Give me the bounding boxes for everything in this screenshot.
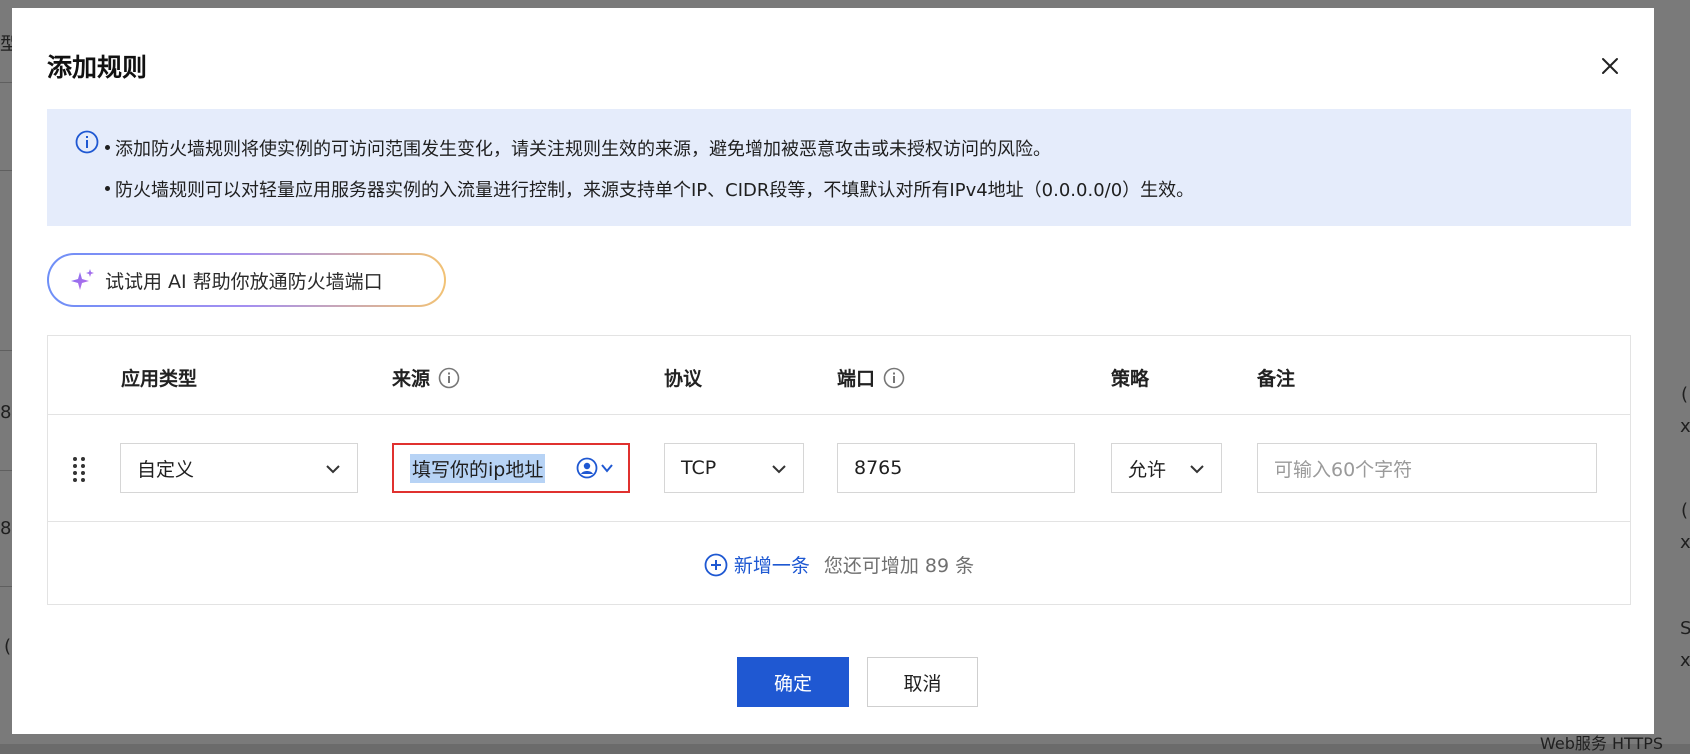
chevron-down-icon[interactable] — [600, 461, 614, 475]
bg-glyph: ( — [1681, 384, 1689, 405]
header-policy: 策略 — [1111, 368, 1150, 390]
cancel-button[interactable]: 取消 — [867, 657, 978, 707]
protocol-value: TCP — [681, 457, 717, 479]
sparkle-icon — [71, 269, 94, 290]
port-value: 8765 — [854, 457, 903, 479]
row-divider — [48, 521, 1630, 522]
remark-input[interactable]: 可输入60个字符 — [1257, 443, 1597, 493]
header-port-label: 端口 — [837, 368, 876, 390]
rule-table: 应用类型 来源 协议 端口 策略 备注 自定义 填写你的ip地址 TCP 876… — [47, 335, 1631, 605]
close-button[interactable] — [1596, 52, 1624, 80]
policy-select[interactable]: 允许 — [1111, 443, 1222, 493]
notice-banner: 添加防火墙规则将使实例的可访问范围发生变化，请关注规则生效的来源，避免增加被恶意… — [47, 109, 1631, 226]
remark-placeholder: 可输入60个字符 — [1274, 458, 1413, 481]
add-rule-dialog: 添加规则 添加防火墙规则将使实例的可访问范围发生变化，请关注规则生效的来源，避免… — [12, 8, 1654, 734]
source-input[interactable]: 填写你的ip地址 — [392, 443, 630, 493]
remaining-count-hint: 您还可增加 89 条 — [823, 555, 975, 577]
notice-line: 防火墙规则可以对轻量应用服务器实例的入流量进行控制，来源支持单个IP、CIDR段… — [104, 176, 1194, 202]
bg-glyph: 8 — [0, 402, 12, 423]
dialog-title: 添加规则 — [47, 53, 148, 82]
add-rule-button[interactable]: 新增一条 — [704, 551, 810, 578]
bg-glyph: ( — [1681, 500, 1689, 521]
header-port: 端口 — [837, 364, 905, 391]
plus-circle-icon — [704, 553, 728, 576]
add-rule-label: 新增一条 — [733, 555, 810, 577]
notice-line: 添加防火墙规则将使实例的可访问范围发生变化，请关注规则生效的来源，避免增加被恶意… — [105, 135, 1051, 161]
add-row-area: 新增一条 您还可增加 89 条 — [48, 551, 1630, 578]
drag-handle-icon[interactable] — [70, 456, 88, 486]
bg-glyph: x — [1680, 650, 1690, 671]
bg-glyph: x — [1680, 532, 1690, 553]
header-divider — [48, 414, 1630, 415]
user-icon[interactable] — [576, 457, 598, 479]
bg-glyph: x — [1680, 416, 1690, 437]
app-type-select[interactable]: 自定义 — [120, 443, 358, 493]
protocol-select[interactable]: TCP — [664, 443, 804, 493]
bg-glyph: ( — [4, 636, 12, 657]
ai-assist-label: 试试用 AI 帮助你放通防火墙端口 — [105, 270, 383, 293]
close-icon — [1602, 58, 1618, 74]
confirm-button[interactable]: 确定 — [737, 657, 849, 707]
chevron-down-icon — [772, 465, 786, 474]
header-source-label: 来源 — [392, 368, 431, 390]
source-info-icon[interactable] — [438, 367, 460, 389]
app-type-value: 自定义 — [137, 458, 195, 481]
policy-value: 允许 — [1128, 458, 1167, 481]
source-value: 填写你的ip地址 — [410, 453, 546, 483]
bg-glyph: 8 — [0, 518, 12, 539]
header-remark: 备注 — [1257, 368, 1296, 390]
chevron-down-icon — [326, 465, 340, 474]
port-input[interactable]: 8765 — [837, 443, 1075, 493]
bg-glyph: S — [1680, 618, 1690, 639]
header-app-type: 应用类型 — [121, 368, 198, 390]
info-icon — [75, 130, 99, 154]
header-protocol: 协议 — [664, 368, 703, 390]
chevron-down-icon — [1190, 465, 1204, 474]
ai-assist-button[interactable]: 试试用 AI 帮助你放通防火墙端口 — [47, 253, 446, 307]
port-info-icon[interactable] — [883, 367, 905, 389]
header-source: 来源 — [392, 364, 460, 391]
